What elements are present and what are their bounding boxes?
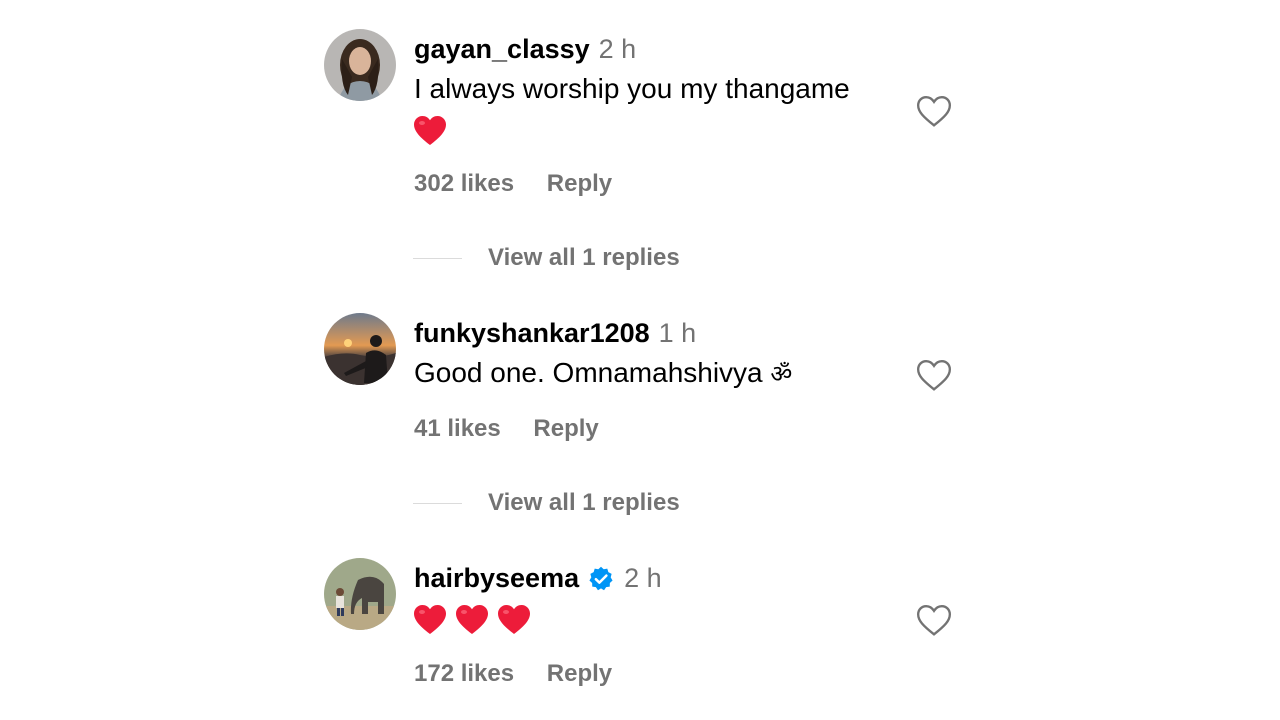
red-heart-emoji-icon <box>456 605 488 635</box>
comment-header: funkyshankar1208 1 h <box>414 313 914 353</box>
verified-badge-icon <box>587 564 615 592</box>
like-count[interactable]: 41 likes <box>414 415 501 442</box>
om-symbol: ॐ <box>770 360 793 388</box>
comment-meta: 302 likes Reply <box>414 170 638 198</box>
view-replies-label: View all 1 replies <box>488 244 680 271</box>
avatar-sunset-silhouette-icon <box>324 313 396 385</box>
like-heart-icon[interactable] <box>914 355 954 395</box>
comment-body: hairbyseema 2 h <box>414 558 914 640</box>
comment-header: gayan_classy 2 h <box>414 29 914 69</box>
comment-text: I always worship you my thangame <box>414 73 850 104</box>
avatar-elephant-scene-icon <box>324 558 396 630</box>
like-heart-icon[interactable] <box>914 600 954 640</box>
username[interactable]: gayan_classy <box>414 29 590 69</box>
username[interactable]: hairbyseema <box>414 558 579 598</box>
comment-time[interactable]: 2 h <box>624 558 662 598</box>
reply-button[interactable]: Reply <box>547 170 612 197</box>
reply-button[interactable]: Reply <box>547 660 612 687</box>
red-heart-emoji-icon <box>414 605 446 635</box>
like-count[interactable]: 302 likes <box>414 170 514 197</box>
comment-meta: 41 likes Reply <box>414 415 625 443</box>
replies-divider <box>413 502 462 504</box>
red-heart-emoji-icon <box>498 605 530 635</box>
comment-emoji-row <box>414 600 914 640</box>
avatar[interactable] <box>324 558 396 630</box>
reply-button[interactable]: Reply <box>533 415 598 442</box>
comment-body: funkyshankar1208 1 h Good one. Omnamahsh… <box>414 313 914 394</box>
comment-time[interactable]: 1 h <box>659 313 697 353</box>
like-heart-icon[interactable] <box>914 91 954 131</box>
comment-text: Good one. Omnamahshivya ॐ <box>414 353 904 394</box>
replies-divider <box>413 257 462 259</box>
red-heart-emoji-icon <box>414 116 446 146</box>
comment-body: gayan_classy 2 h I always worship you my… <box>414 29 914 151</box>
comment-header: hairbyseema 2 h <box>414 558 914 598</box>
username[interactable]: funkyshankar1208 <box>414 313 650 353</box>
avatar-woman-portrait-icon <box>324 29 396 101</box>
view-replies-button[interactable]: View all 1 replies <box>413 489 680 517</box>
comment-meta: 172 likes Reply <box>414 660 638 688</box>
view-replies-button[interactable]: View all 1 replies <box>413 244 680 272</box>
like-count[interactable]: 172 likes <box>414 660 514 687</box>
comment-text-content: Good one. Omnamahshivya <box>414 357 763 388</box>
avatar[interactable] <box>324 29 396 101</box>
comment-time[interactable]: 2 h <box>599 29 637 69</box>
avatar[interactable] <box>324 313 396 385</box>
view-replies-label: View all 1 replies <box>488 489 680 516</box>
comment-emoji-row <box>414 111 914 151</box>
